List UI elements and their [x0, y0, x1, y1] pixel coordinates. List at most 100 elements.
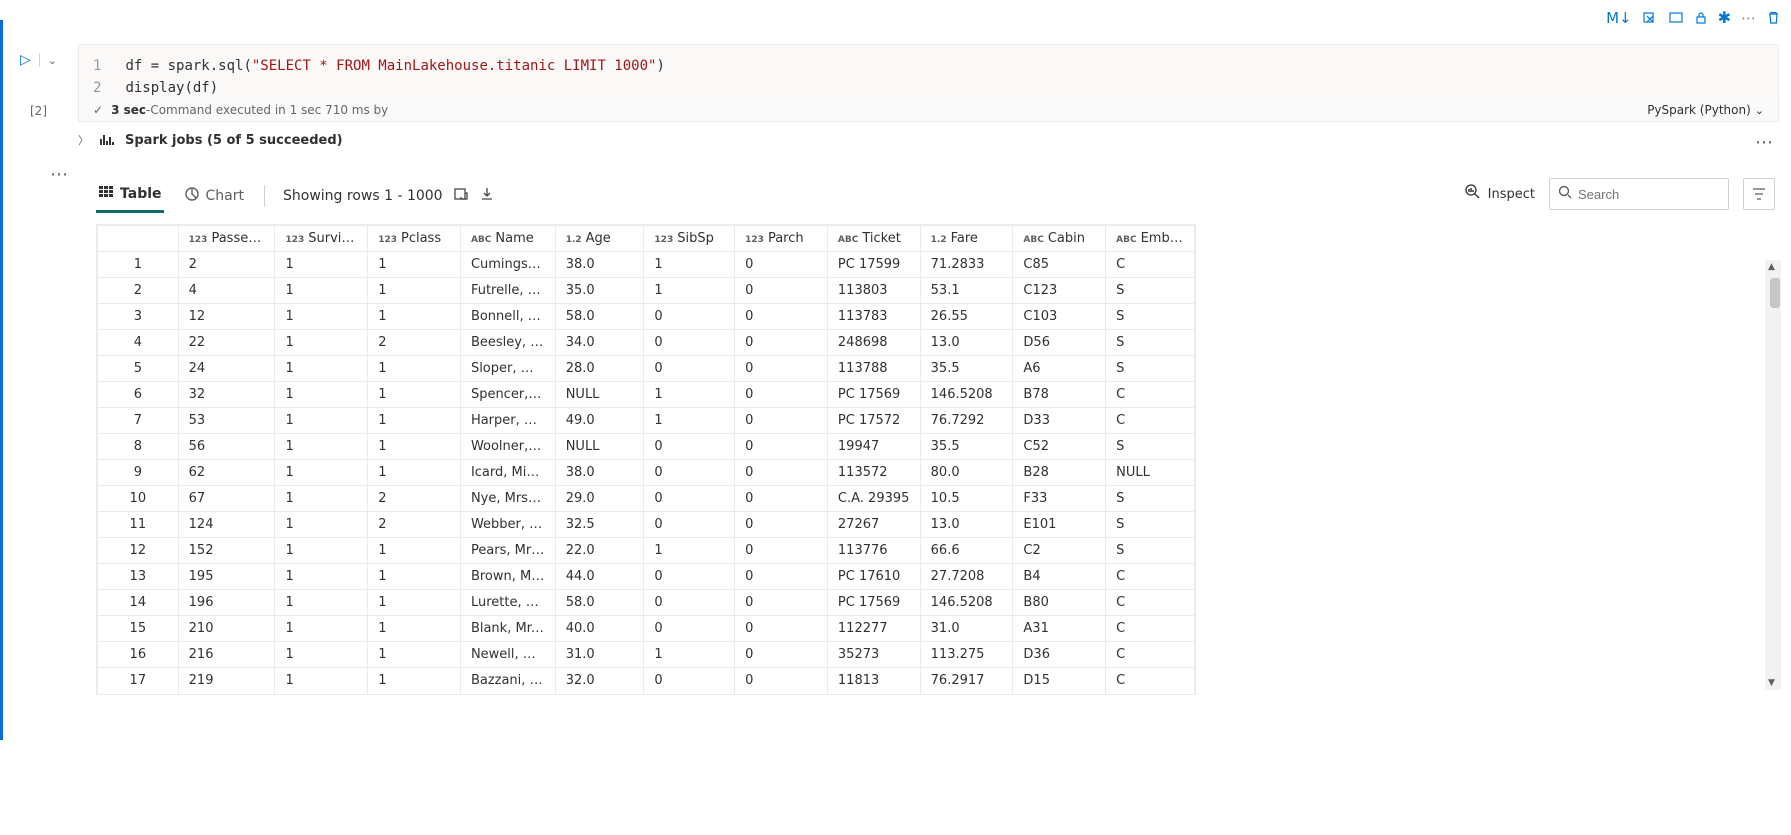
column-header[interactable]: 123SibSp	[644, 226, 735, 252]
data-cell: 1	[368, 356, 461, 382]
table-row[interactable]: 96211Icard, Miss. ...38.00011357280.0B28…	[98, 460, 1195, 486]
table-row[interactable]: 75311Harper, Mrs....49.010PC 1757276.729…	[98, 408, 1195, 434]
run-gutter: ▷ ⌄ [2]	[20, 52, 57, 118]
filter-button[interactable]	[1743, 178, 1775, 210]
data-cell: Bonnell, Mis...	[460, 304, 555, 330]
data-cell: 1	[275, 486, 368, 512]
data-cell: 1	[275, 642, 368, 668]
table-row[interactable]: 1419611Lurette, Mis...58.000PC 17569146.…	[98, 590, 1195, 616]
vertical-divider	[39, 53, 40, 67]
scroll-up-icon[interactable]: ▲	[1768, 262, 1775, 272]
search-input[interactable]	[1578, 187, 1720, 202]
column-header[interactable]: ABCTicket	[827, 226, 920, 252]
code-gutter: 12	[93, 55, 125, 99]
column-header[interactable]: ABCCabin	[1013, 226, 1106, 252]
data-cell: C	[1106, 252, 1195, 278]
spark-jobs-expander[interactable]: 〉 Spark jobs (5 of 5 succeeded)	[78, 132, 343, 148]
table-row[interactable]: 63211Spencer, Mr...NULL10PC 17569146.520…	[98, 382, 1195, 408]
data-cell: 58.0	[555, 304, 644, 330]
lock-icon[interactable]	[1694, 11, 1708, 25]
data-cell: 0	[735, 642, 828, 668]
table-row[interactable]: 42212Beesley, Mr....34.00024869813.0D56S	[98, 330, 1195, 356]
column-header[interactable]: 123Survived	[275, 226, 368, 252]
data-cell: 2	[368, 512, 461, 538]
column-header[interactable]: 123Pclass	[368, 226, 461, 252]
vertical-scrollbar[interactable]: ▲ ▼	[1765, 260, 1781, 690]
more-icon[interactable]: ⋯	[1741, 9, 1756, 27]
tab-chart[interactable]: Chart	[182, 180, 246, 212]
data-cell: 1	[368, 538, 461, 564]
data-cell: S	[1106, 356, 1195, 382]
data-cell: 113776	[827, 538, 920, 564]
data-cell: 1	[644, 278, 735, 304]
chevron-down-icon: ⌄	[1755, 104, 1764, 117]
data-cell: 32	[178, 382, 275, 408]
clear-output-icon[interactable]	[1642, 10, 1658, 26]
data-cell: 1	[275, 382, 368, 408]
data-cell: 22.0	[555, 538, 644, 564]
table-row[interactable]: 1319511Brown, Mrs. ...44.000PC 1761027.7…	[98, 564, 1195, 590]
inspect-button[interactable]: Inspect	[1464, 183, 1535, 205]
table-row[interactable]: 1721911Bazzani, Mis...32.0001181376.2917…	[98, 668, 1195, 694]
data-cell: Pears, Mrs. ...	[460, 538, 555, 564]
spark-jobs-more-icon[interactable]: ⋯	[1755, 132, 1775, 153]
tab-table[interactable]: Table	[96, 178, 164, 213]
toggle-output-icon[interactable]	[1668, 10, 1684, 26]
cell-execution-index: [2]	[30, 104, 47, 118]
data-cell: B80	[1013, 590, 1106, 616]
table-row[interactable]: 1112412Webber, Mi...32.5002726713.0E101S	[98, 512, 1195, 538]
data-cell: 49.0	[555, 408, 644, 434]
table-row[interactable]: 85611Woolner, M...NULL001994735.5C52S	[98, 434, 1195, 460]
table-row[interactable]: 31211Bonnell, Mis...58.00011378326.55C10…	[98, 304, 1195, 330]
table-row[interactable]: 1621611Newell, Mis...31.01035273113.275D…	[98, 642, 1195, 668]
data-cell: 34.0	[555, 330, 644, 356]
language-selector[interactable]: PySpark (Python)⌄	[1647, 103, 1764, 117]
column-header[interactable]: 1.2Age	[555, 226, 644, 252]
column-header[interactable]: ABCName	[460, 226, 555, 252]
data-cell: A6	[1013, 356, 1106, 382]
data-cell: 1	[275, 278, 368, 304]
data-cell: 66.6	[920, 538, 1013, 564]
markdown-icon[interactable]: M↓	[1606, 9, 1632, 27]
run-cell-icon[interactable]: ▷	[20, 52, 31, 68]
new-dataset-icon[interactable]	[453, 186, 469, 206]
data-cell: 1	[275, 252, 368, 278]
download-icon[interactable]	[479, 186, 495, 206]
table-row[interactable]: 1215211Pears, Mrs. ...22.01011377666.6C2…	[98, 538, 1195, 564]
data-cell: 1	[275, 590, 368, 616]
data-cell: NULL	[555, 434, 644, 460]
output-search-box[interactable]	[1549, 178, 1729, 210]
table-row[interactable]: 1521011Blank, Mr. H...40.00011227731.0A3…	[98, 616, 1195, 642]
delete-icon[interactable]	[1766, 10, 1781, 25]
scroll-thumb[interactable]	[1770, 278, 1780, 308]
run-options-icon[interactable]: ⌄	[48, 54, 57, 67]
data-cell: 44.0	[555, 564, 644, 590]
table-row[interactable]: 106712Nye, Mrs. (E...29.000C.A. 2939510.…	[98, 486, 1195, 512]
column-header[interactable]: 123Passenger...	[178, 226, 275, 252]
table-row[interactable]: 2411Futrelle, Mrs...35.01011380353.1C123…	[98, 278, 1195, 304]
column-header[interactable]: 123Parch	[735, 226, 828, 252]
data-table: 123Passenger...123Survived123PclassABCNa…	[96, 224, 1196, 695]
data-cell: 76.2917	[920, 668, 1013, 694]
data-cell: Nye, Mrs. (E...	[460, 486, 555, 512]
data-cell: C.A. 29395	[827, 486, 920, 512]
table-row[interactable]: 52411Sloper, Mr. ...28.00011378835.5A6S	[98, 356, 1195, 382]
data-cell: S	[1106, 278, 1195, 304]
search-icon	[1558, 185, 1572, 203]
spark-jobs-title: Spark jobs (5 of 5 succeeded)	[125, 133, 343, 148]
data-cell: C	[1106, 642, 1195, 668]
table-row[interactable]: 1211Cumings, M...38.010PC 1759971.2833C8…	[98, 252, 1195, 278]
data-cell: 195	[178, 564, 275, 590]
column-header[interactable]: ABCEmbarked	[1106, 226, 1195, 252]
inspect-icon	[1464, 183, 1482, 205]
row-info: Showing rows 1 - 1000	[283, 186, 495, 206]
data-cell: 112277	[827, 616, 920, 642]
data-cell: C123	[1013, 278, 1106, 304]
column-header[interactable]: 1.2Fare	[920, 226, 1013, 252]
scroll-down-icon[interactable]: ▼	[1768, 678, 1775, 688]
freeze-icon[interactable]: ✱	[1718, 8, 1731, 27]
data-cell: 0	[644, 668, 735, 694]
data-cell: 27267	[827, 512, 920, 538]
row-number-header[interactable]	[98, 226, 179, 252]
output-more-icon[interactable]: ⋯	[50, 164, 70, 185]
